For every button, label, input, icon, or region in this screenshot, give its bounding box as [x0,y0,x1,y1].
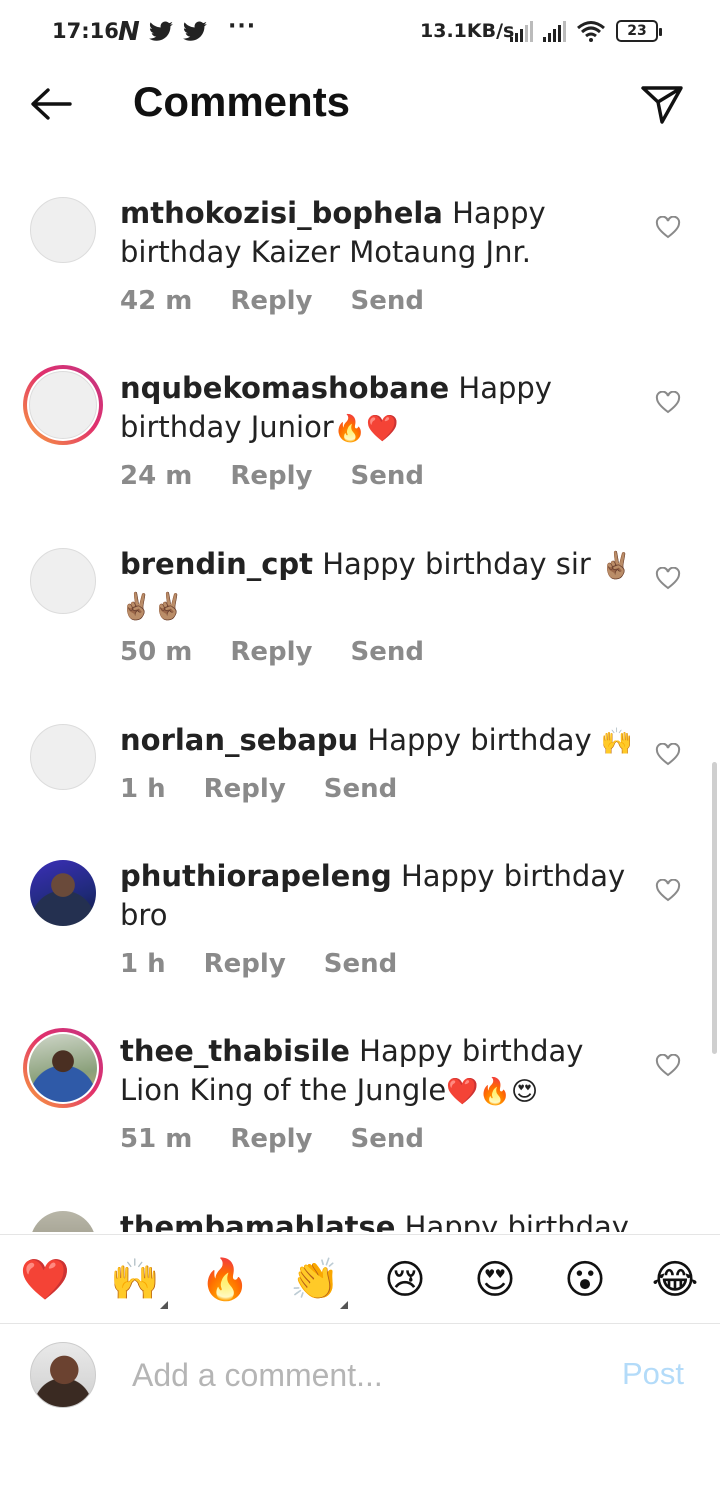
send-button[interactable]: Send [350,1124,423,1154]
avatar[interactable] [30,724,96,790]
surprised-reaction-button[interactable]: 😮 [560,1255,610,1305]
heart-eyes-reaction-button[interactable]: 😍 [470,1255,520,1305]
direct-message-icon[interactable] [638,80,686,128]
send-button[interactable]: Send [324,774,397,804]
back-arrow-icon[interactable] [26,82,76,126]
send-button[interactable]: Send [324,949,397,979]
notification-icons: N [118,18,208,46]
more-notifications-icon: ··· [228,14,257,39]
clap-reaction-button[interactable]: 👏 [290,1255,340,1305]
avatar[interactable] [30,1211,96,1232]
comment-emojis: ❤️🔥😍 [446,1077,539,1107]
twitter-icon [148,21,173,41]
comment-text: Happy birthday sir [313,547,601,581]
reply-button[interactable]: Reply [230,1124,312,1154]
skin-tone-indicator-icon [160,1301,168,1309]
like-heart-icon[interactable] [655,216,681,240]
status-bar: 17:16 N ··· 13.1KB/s 23 [0,0,720,64]
signal-icon [543,20,566,42]
like-heart-icon[interactable] [655,879,681,903]
header: Comments [0,64,720,144]
signal-icon [510,20,533,42]
comment-username[interactable]: thembamahlatse [120,1210,395,1232]
heart-reaction-button[interactable]: ❤️ [20,1255,70,1305]
reply-button[interactable]: Reply [204,949,286,979]
comment-emojis: 🙌 [600,727,634,757]
like-heart-icon[interactable] [655,567,681,591]
reply-button[interactable]: Reply [230,461,312,491]
comment-username[interactable]: norlan_sebapu [120,723,358,757]
comment-age: 1 h [120,774,166,804]
avatar[interactable] [30,548,96,614]
reply-button[interactable]: Reply [230,286,312,316]
comment-composer: Post [0,1324,720,1424]
avatar[interactable] [30,197,96,263]
comment-username[interactable]: brendin_cpt [120,547,313,581]
add-comment-input[interactable] [132,1352,592,1398]
avatar[interactable] [30,860,96,926]
network-speed: 13.1KB/s [420,20,515,42]
avatar[interactable] [29,371,97,439]
laughing-reaction-button[interactable]: 😂 [650,1255,700,1305]
comment-age: 42 m [120,286,193,316]
comment-text: Happy birthday [395,1210,629,1232]
page-title: Comments [133,78,351,125]
comment-emojis: 🔥❤️ [333,414,399,444]
comments-list[interactable]: mthokozisi_bophela Happy birthday Kaizer… [0,170,720,1232]
current-user-avatar [30,1342,96,1408]
comment-username[interactable]: thee_thabisile [120,1034,350,1068]
comment-age: 51 m [120,1124,193,1154]
quick-reactions-bar: ❤️ 🙌 🔥 👏 😢 😍 😮 😂 [0,1234,720,1324]
like-heart-icon[interactable] [655,1054,681,1078]
scrollbar[interactable] [712,762,717,1054]
avatar[interactable] [29,1034,97,1102]
comment-text: Happy birthday [358,723,601,757]
send-button[interactable]: Send [350,286,423,316]
comment-age: 24 m [120,461,193,491]
send-button[interactable]: Send [350,637,423,667]
twitter-icon [182,21,207,41]
comment-username[interactable]: mthokozisi_bophela [120,196,443,230]
fire-reaction-button[interactable]: 🔥 [200,1255,250,1305]
like-heart-icon[interactable] [655,391,681,415]
comment-age: 1 h [120,949,166,979]
send-button[interactable]: Send [350,461,423,491]
comment-age: 50 m [120,637,193,667]
reply-button[interactable]: Reply [204,774,286,804]
comment-username[interactable]: phuthiorapeleng [120,859,392,893]
raised-hands-reaction-button[interactable]: 🙌 [110,1255,160,1305]
battery-icon: 23 [616,20,662,42]
crying-reaction-button[interactable]: 😢 [380,1255,430,1305]
status-time: 17:16 [52,19,119,43]
wifi-icon [577,21,605,42]
like-heart-icon[interactable] [655,743,681,767]
reply-button[interactable]: Reply [230,637,312,667]
skin-tone-indicator-icon [340,1301,348,1309]
comment-username[interactable]: nqubekomashobane [120,371,449,405]
post-button[interactable]: Post [622,1356,684,1392]
netflix-icon: N [118,17,140,47]
